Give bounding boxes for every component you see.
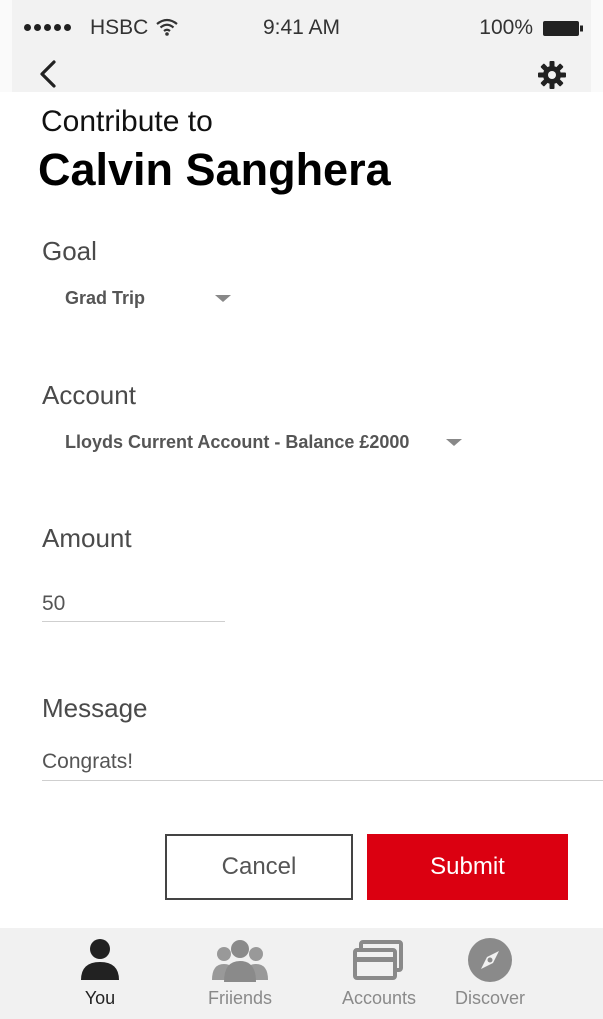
person-icon [81,939,119,980]
amount-input-underline [42,621,225,622]
tab-discover-label: Discover [454,988,525,1008]
message-label: Message [42,693,148,723]
account-dropdown-caret-icon[interactable] [446,439,462,446]
goal-label: Goal [42,236,97,266]
amount-label: Amount [42,523,132,553]
back-chevron-icon[interactable] [34,58,62,90]
page-title: Calvin Sanghera [38,144,391,195]
tab-friends[interactable]: Friiends [175,928,305,1019]
cancel-button[interactable]: Cancel [165,834,353,900]
goal-dropdown-caret-icon[interactable] [215,295,231,302]
battery-icon [543,21,583,36]
bottom-tab-bar: You Friiends Accounts Discover [0,928,603,1019]
tab-you[interactable]: You [35,928,165,1019]
battery-percentage: 100% [479,16,533,39]
amount-input[interactable]: 50 [42,592,65,616]
tab-friends-label: Friiends [207,988,273,1008]
message-input-underline [42,780,603,781]
account-label: Account [42,380,136,410]
page-subtitle: Contribute to [41,105,213,138]
settings-gear-icon[interactable] [537,60,567,90]
submit-button[interactable]: Submit [367,834,568,900]
message-input[interactable]: Congrats! [42,750,133,774]
account-select[interactable]: Lloyds Current Account - Balance £2000 [65,432,409,453]
compass-icon [468,938,512,982]
cards-icon [353,940,403,980]
status-bar: HSBC 9:41 AM 100% [0,0,603,56]
goal-select[interactable]: Grad Trip [65,288,145,309]
tab-discover[interactable]: Discover [425,928,555,1019]
tab-you-label: You [84,988,116,1008]
people-icon [212,940,268,982]
